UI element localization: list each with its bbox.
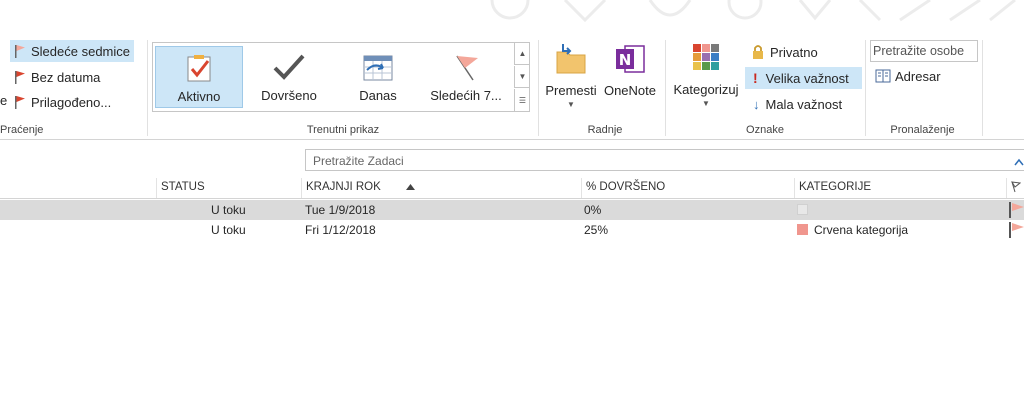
group-label-actions: Radnje xyxy=(587,124,623,136)
category-color-box xyxy=(797,224,808,235)
column-header-label: KRAJNJI ROK xyxy=(306,181,381,193)
flag-pink-icon[interactable] xyxy=(1012,203,1024,215)
high-importance-label: Velika važnost xyxy=(765,70,849,86)
follow-up-next-week[interactable]: Sledeće sedmice xyxy=(10,40,134,62)
view-label: Sledećih 7... xyxy=(430,88,502,103)
group-separator xyxy=(147,40,148,136)
truncated-edge-text: e xyxy=(0,93,8,108)
svg-text:N: N xyxy=(619,51,632,69)
current-view-gallery: Aktivno Dovršeno Danas Sledećih 7... ▲ ▼… xyxy=(152,42,530,112)
flag-red-icon xyxy=(15,96,25,109)
gallery-scroll-up[interactable]: ▲ xyxy=(514,43,530,65)
private-button[interactable]: Privatno xyxy=(747,41,822,63)
view-today[interactable]: Danas xyxy=(339,46,417,108)
ribbon: Sledeće sedmice Bez datuma Prilagođeno..… xyxy=(0,0,1024,140)
search-tasks-input[interactable]: Pretražite Zadaci xyxy=(305,149,1024,171)
flag-outline-icon xyxy=(1011,181,1022,193)
group-separator xyxy=(982,40,983,136)
group-label-current-view: Trenutni prikaz xyxy=(306,124,380,136)
flag-pink-icon xyxy=(456,55,478,81)
arrow-down-icon: ↓ xyxy=(753,96,760,112)
high-importance-button[interactable]: ! Velika važnost xyxy=(745,67,862,89)
onenote-button[interactable]: N OneNote xyxy=(601,42,659,98)
move-label: Premesti xyxy=(545,83,597,98)
follow-up-no-date[interactable]: Bez datuma xyxy=(10,66,104,88)
group-separator xyxy=(665,40,666,136)
cell-percent[interactable]: 0% xyxy=(584,203,601,217)
exclamation-icon: ! xyxy=(753,70,758,86)
sort-ascending-icon xyxy=(406,184,415,190)
address-book-icon xyxy=(875,69,891,83)
follow-up-label: Sledeće sedmice xyxy=(31,43,130,59)
group-separator xyxy=(865,40,866,136)
flag-pink-icon[interactable] xyxy=(1012,223,1024,235)
lock-icon xyxy=(753,45,763,59)
gallery-scroll-down[interactable]: ▼ xyxy=(514,66,530,88)
view-active[interactable]: Aktivno xyxy=(155,46,243,108)
search-people-input[interactable]: Pretražite osobe xyxy=(870,40,978,62)
flag-pink-icon xyxy=(15,45,25,58)
search-expand-icon xyxy=(1014,158,1024,166)
cell-due-date: Fri 1/12/2018 xyxy=(305,223,376,237)
table-row[interactable]: U toku Fri 1/12/2018 25% Crvena kategori… xyxy=(0,220,1024,240)
column-header-due-date[interactable]: KRAJNJI ROK xyxy=(301,178,581,198)
group-separator xyxy=(538,40,539,136)
low-importance-button[interactable]: ↓ Mala važnost xyxy=(749,93,846,115)
calendar-arrow-icon xyxy=(363,55,393,81)
checkmark-icon xyxy=(273,54,305,80)
cell-status: U toku xyxy=(211,203,246,217)
cell-category xyxy=(797,203,814,217)
category-label: Crvena kategorija xyxy=(814,223,909,237)
cell-percent[interactable]: 25% xyxy=(584,223,608,237)
folder-move-icon xyxy=(556,44,586,74)
task-check-icon xyxy=(187,55,211,82)
view-label: Dovršeno xyxy=(261,88,317,103)
low-importance-label: Mala važnost xyxy=(765,96,843,112)
onenote-icon: N xyxy=(616,45,645,73)
category-color-box xyxy=(797,204,808,215)
categorize-label: Kategorizuj xyxy=(673,82,739,97)
gallery-expand[interactable]: ☰ xyxy=(514,89,530,111)
categorize-icon xyxy=(693,44,719,70)
chevron-down-icon: ▼ xyxy=(567,100,575,109)
chevron-down-icon: ▼ xyxy=(702,99,710,108)
cell-due-date: Tue 1/9/2018 xyxy=(305,203,376,217)
address-book-button[interactable]: Adresar xyxy=(871,65,945,87)
row-flag-divider xyxy=(1009,222,1011,238)
view-label: Danas xyxy=(359,88,397,103)
private-label: Privatno xyxy=(770,44,818,60)
row-flag-divider xyxy=(1009,202,1011,218)
cell-status: U toku xyxy=(211,223,246,237)
flag-red-icon xyxy=(15,71,25,84)
group-label-find: Pronalaženje xyxy=(890,124,955,136)
group-label-follow-up: Praćenje xyxy=(0,124,44,136)
follow-up-label: Prilagođeno... xyxy=(31,94,112,110)
table-row[interactable]: U toku Tue 1/9/2018 0% xyxy=(0,200,1024,220)
view-label: Aktivno xyxy=(177,89,221,104)
follow-up-label: Bez datuma xyxy=(31,69,101,85)
move-button[interactable]: Premesti ▼ xyxy=(543,42,599,109)
column-header-status[interactable]: STATUS xyxy=(156,178,302,198)
address-book-label: Adresar xyxy=(895,68,941,84)
column-header-flag[interactable] xyxy=(1006,178,1024,198)
view-next-7-days[interactable]: Sledećih 7... xyxy=(421,46,511,108)
onenote-label: OneNote xyxy=(603,83,657,98)
watermark-graphic xyxy=(490,0,1016,22)
follow-up-custom[interactable]: Prilagođeno... xyxy=(10,91,115,113)
group-label-tags: Oznake xyxy=(746,124,784,136)
categorize-button[interactable]: Kategorizuj ▼ xyxy=(670,42,742,108)
column-header-percent[interactable]: % DOVRŠENO xyxy=(581,178,794,198)
view-completed[interactable]: Dovršeno xyxy=(249,46,329,108)
column-header-category[interactable]: KATEGORIJE xyxy=(794,178,1006,198)
cell-category: Crvena kategorija xyxy=(797,223,908,237)
